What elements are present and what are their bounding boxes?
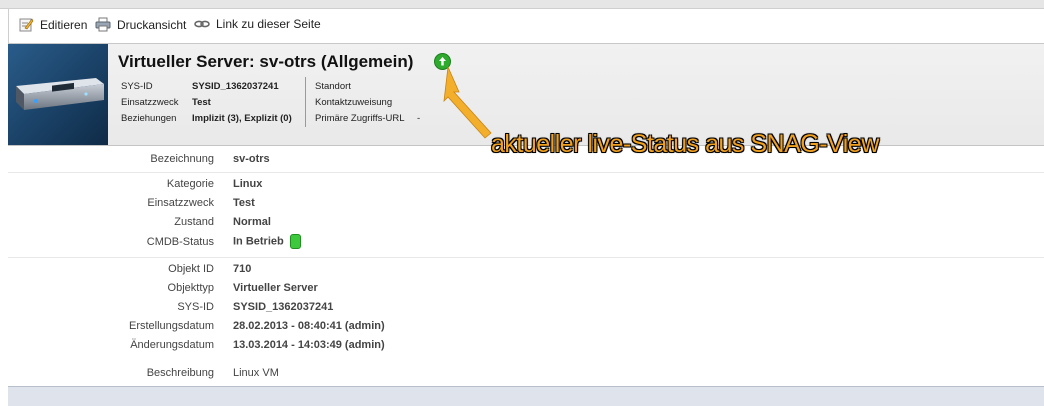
meta-beziehungen-value[interactable]: Implizit (3), Explizit (0) <box>192 113 292 124</box>
field-objekttyp-label: Objekttyp <box>167 282 214 294</box>
field-cmdb-status-label: CMDB-Status <box>146 236 214 248</box>
field-sysid-label: SYS-ID <box>177 301 214 313</box>
cmdb-status-text: In Betrieb <box>233 235 284 248</box>
server-thumbnail <box>8 44 108 145</box>
field-zustand-label: Zustand <box>174 216 214 228</box>
server-icon <box>16 78 104 110</box>
printer-icon <box>95 17 111 32</box>
edit-label: Editieren <box>40 17 88 32</box>
group-divider <box>8 257 1044 258</box>
meta-url-label: Primäre Zugriffs-URL <box>315 113 405 124</box>
meta-sysid-label: SYS-ID <box>121 81 153 92</box>
field-kategorie-label: Kategorie <box>166 178 214 190</box>
field-beschreibung-label: Beschreibung <box>146 367 214 379</box>
field-einsatzzweck-label: Einsatzzweck <box>147 197 214 209</box>
field-bezeichnung-value: sv-otrs <box>233 153 270 165</box>
cmdb-status-badge <box>289 234 301 249</box>
meta-url-value: - <box>417 113 421 124</box>
field-aenderungsdatum-label: Änderungsdatum <box>130 339 214 351</box>
meta-sysid-value: SYSID_1362037241 <box>192 81 279 92</box>
top-strip <box>0 0 1044 9</box>
arrow-up-icon <box>439 57 446 66</box>
field-erstellungsdatum-label: Erstellungsdatum <box>129 320 214 332</box>
details-panel: Bezeichnung sv-otrs Kategorie Linux Eins… <box>8 146 1044 386</box>
toolbar: Editieren Druckansicht Link zu dieser Se… <box>8 9 1044 44</box>
annotation-label: aktueller live-Status aus SNAG-View <box>491 130 879 158</box>
field-bezeichnung-label: Bezeichnung <box>150 153 214 165</box>
field-objekt-id-value: 710 <box>233 263 252 275</box>
group-divider <box>8 172 1044 173</box>
meta-einsatzzweck-value: Test <box>192 97 211 108</box>
page-title: Virtueller Server: sv-otrs (Allgemein) <box>118 52 414 71</box>
page-link-button[interactable]: Link zu dieser Seite <box>194 17 321 31</box>
edit-button[interactable]: Editieren <box>19 17 87 32</box>
field-kategorie-value: Linux <box>233 178 263 190</box>
meta-kontakt-label: Kontaktzuweisung <box>315 97 393 108</box>
field-sysid-value: SYSID_1362037241 <box>233 301 334 313</box>
field-cmdb-status-value: In Betrieb <box>233 234 301 249</box>
field-objekttyp-value: Virtueller Server <box>233 282 318 294</box>
field-aenderungsdatum-value: 13.03.2014 - 14:03:49 (admin) <box>233 339 385 351</box>
field-beschreibung-value: Linux VM <box>233 367 279 379</box>
print-view-button[interactable]: Druckansicht <box>95 17 186 32</box>
print-view-label: Druckansicht <box>117 17 187 32</box>
meta-beziehungen-label: Beziehungen <box>121 113 177 124</box>
field-einsatzzweck-value: Test <box>233 197 255 209</box>
field-zustand-value: Normal <box>233 216 271 228</box>
meta-einsatzzweck-label: Einsatzzweck <box>121 97 179 108</box>
meta-standort-label: Standort <box>315 81 351 92</box>
bottom-bar <box>8 386 1044 406</box>
page-link-label: Link zu dieser Seite <box>216 17 321 31</box>
field-erstellungsdatum-value: 28.02.2013 - 08:40:41 (admin) <box>233 320 385 332</box>
link-icon <box>194 20 210 28</box>
meta-divider <box>305 77 306 127</box>
live-status-indicator[interactable] <box>434 53 451 70</box>
field-objekt-id-label: Objekt ID <box>168 263 214 275</box>
edit-icon <box>19 18 34 32</box>
